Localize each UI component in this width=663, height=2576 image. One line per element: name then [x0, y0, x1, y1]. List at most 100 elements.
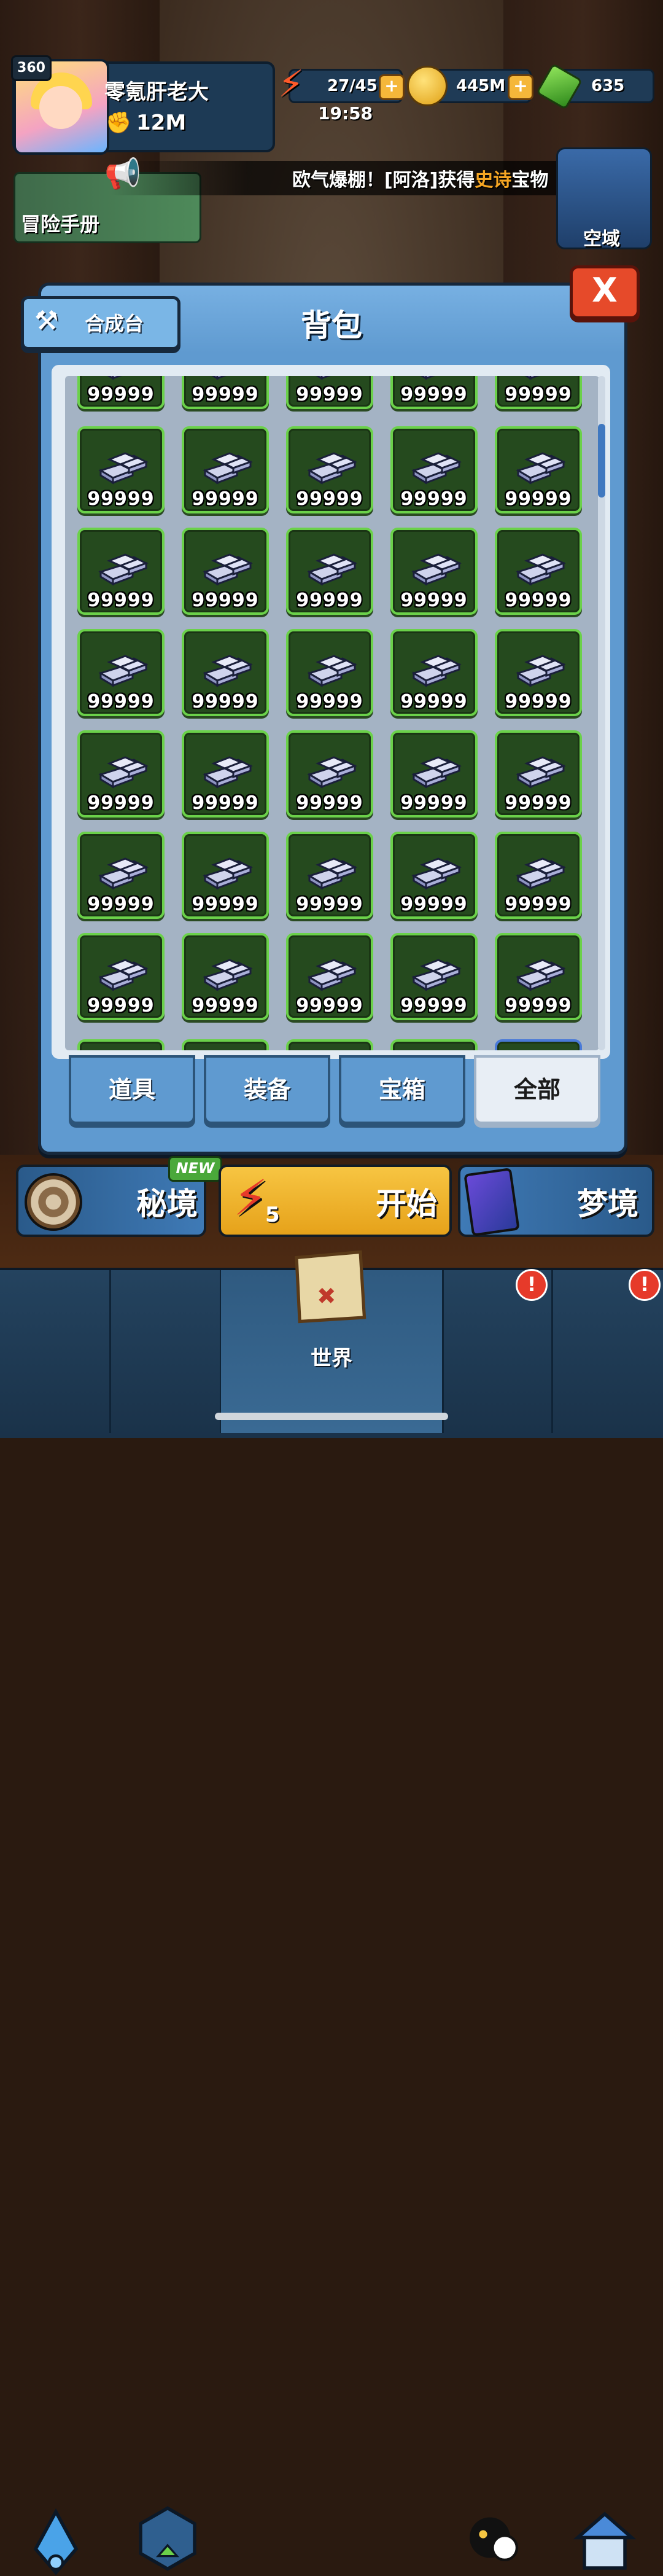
nav-item-world[interactable]: 世界 [221, 1250, 444, 1433]
silver-ingot-icon [516, 655, 566, 687]
silver-ingot-icon [211, 376, 227, 380]
energy-counter: ⚡ 27/45 + [278, 66, 405, 103]
silver-ingot-icon [420, 376, 435, 380]
inventory-item-slot[interactable]: 99999 [286, 376, 373, 409]
inventory-item-slot[interactable]: 99999 [495, 730, 582, 818]
item-quantity: 99999 [192, 792, 259, 814]
add-energy-button[interactable]: + [379, 74, 405, 100]
item-quantity: 99999 [296, 691, 363, 712]
silver-ingot-icon [203, 452, 253, 485]
inventory-item-slot[interactable]: 99999 [495, 528, 582, 615]
inventory-item-slot[interactable]: 99999 [495, 1039, 582, 1050]
gold-value: 445M [456, 77, 506, 95]
inventory-item-slot[interactable]: 99999 [182, 1039, 269, 1050]
item-quantity: 99999 [400, 488, 468, 510]
inventory-item-slot[interactable]: 99999 [390, 1039, 478, 1050]
nav-item-upgrade[interactable] [110, 1270, 222, 2571]
inventory-item-slot[interactable]: 99999 [495, 629, 582, 716]
silver-ingot-icon [516, 857, 566, 890]
inventory-item-slot[interactable]: 99999 [286, 629, 373, 716]
item-quantity: 99999 [296, 995, 363, 1017]
inventory-item-slot[interactable]: 99999 [77, 1039, 165, 1050]
gem-counter: 635 [535, 63, 654, 111]
inventory-item-slot[interactable]: 99999 [182, 933, 269, 1020]
crafting-table-label: 合成台 [85, 312, 144, 335]
secret-realm-label: 秘境 [136, 1186, 198, 1222]
inventory-item-slot[interactable]: 99999 [77, 528, 165, 615]
silver-ingot-icon [307, 655, 357, 687]
crystal-icon [33, 2508, 79, 2575]
item-quantity: 99999 [400, 792, 468, 814]
nav-item-characters[interactable]: ! [442, 1269, 553, 2561]
start-label: 开始 [376, 1186, 437, 1222]
tab-all[interactable]: 全部 [474, 1055, 600, 1124]
item-quantity: 99999 [87, 995, 155, 1017]
inventory-item-slot[interactable]: 99999 [182, 426, 269, 513]
inventory-item-slot[interactable]: 99999 [77, 426, 165, 513]
item-quantity: 99999 [192, 384, 259, 405]
target-icon [25, 1173, 82, 1231]
inventory-item-slot[interactable]: 99999 [182, 730, 269, 818]
inventory-grid[interactable]: 99999 99999 99999 99999 99999 99999 99999 99999… [65, 376, 599, 1050]
close-button[interactable]: X [570, 265, 640, 319]
silver-ingot-icon [411, 553, 462, 586]
silver-ingot-icon [524, 376, 540, 380]
tab-equipment[interactable]: 装备 [204, 1055, 330, 1124]
silver-ingot-icon [307, 452, 357, 485]
silver-ingot-icon [411, 959, 462, 991]
player-level-badge: 360 [11, 55, 52, 81]
item-quantity: 99999 [296, 384, 363, 405]
gem-value: 635 [591, 77, 625, 95]
inventory-item-slot[interactable]: 99999 [286, 528, 373, 615]
inventory-item-slot[interactable]: 99999 [286, 832, 373, 919]
tab-items[interactable]: 道具 [69, 1055, 195, 1124]
inventory-item-slot[interactable]: 99999 [390, 426, 478, 513]
anvil-icon: ⚒ [34, 305, 59, 337]
gold-counter: 445M + [407, 66, 533, 106]
inventory-scroll-thumb[interactable] [598, 424, 605, 498]
inventory-item-slot[interactable]: 99999 [77, 629, 165, 716]
inventory-item-slot[interactable]: 99999 [495, 426, 582, 513]
inventory-item-slot[interactable]: 99999 [77, 730, 165, 818]
add-gold-button[interactable]: + [508, 74, 533, 100]
inventory-item-slot[interactable]: 99999 [390, 528, 478, 615]
inventory-item-slot[interactable]: 99999 [390, 933, 478, 1020]
inventory-item-slot[interactable]: 99999 [77, 933, 165, 1020]
inventory-item-slot[interactable]: 99999 [182, 832, 269, 919]
item-quantity: 99999 [296, 488, 363, 510]
inventory-item-slot[interactable]: 99999 [495, 933, 582, 1020]
inventory-item-slot[interactable]: 99999 [286, 426, 373, 513]
inventory-item-slot[interactable]: 99999 [495, 832, 582, 919]
silver-ingot-icon [98, 655, 149, 687]
silver-ingot-icon [516, 756, 566, 789]
dream-realm-label: 梦境 [577, 1186, 638, 1222]
inventory-item-slot[interactable]: 99999 [390, 832, 478, 919]
silver-ingot-icon [107, 376, 122, 380]
silver-ingot-icon [516, 959, 566, 991]
nav-item-guild[interactable]: ! [552, 1269, 663, 2570]
silver-ingot-icon [307, 756, 357, 789]
home-indicator[interactable] [215, 1413, 448, 1420]
inventory-item-slot[interactable]: 99999 [390, 376, 478, 409]
inventory-item-slot[interactable]: 99999 [390, 730, 478, 818]
characters-icon [470, 2517, 519, 2561]
inventory-item-slot[interactable]: 99999 [182, 376, 269, 409]
tab-chests[interactable]: 宝箱 [339, 1055, 465, 1124]
nav-item-crystal[interactable] [0, 1270, 111, 2575]
item-quantity: 99999 [87, 590, 155, 611]
inventory-item-slot[interactable]: 99999 [77, 832, 165, 919]
silver-ingot-icon [516, 553, 566, 586]
inventory-item-slot[interactable]: 99999 [286, 1039, 373, 1050]
silver-ingot-icon [316, 376, 331, 380]
inventory-item-slot[interactable]: 99999 [182, 629, 269, 716]
inventory-item-slot[interactable]: 99999 [286, 933, 373, 1020]
inventory-item-slot[interactable]: 99999 [286, 730, 373, 818]
inventory-item-slot[interactable]: 99999 [182, 528, 269, 615]
item-quantity: 99999 [400, 384, 468, 405]
inventory-item-slot[interactable]: 99999 [495, 376, 582, 409]
lightning-icon: ⚡ [278, 63, 304, 106]
inventory-item-slot[interactable]: 99999 [77, 376, 165, 409]
silver-ingot-icon [411, 655, 462, 687]
guild-alert-badge: ! [629, 1269, 661, 1301]
inventory-item-slot[interactable]: 99999 [390, 629, 478, 716]
